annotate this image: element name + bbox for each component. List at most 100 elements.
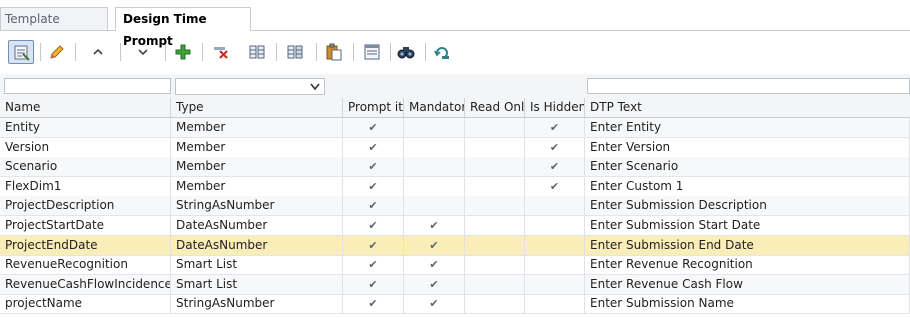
prompt-cell[interactable]: ✔ [343, 196, 404, 216]
column-header-type[interactable]: Type [171, 98, 343, 117]
prompt-cell[interactable]: ✔ [343, 118, 404, 137]
table-row[interactable]: FlexDim1 Member ✔ ✔ Enter Custom 1 [0, 176, 910, 197]
tab-design-time-prompt[interactable]: Design Time Prompt [115, 7, 251, 48]
insert-row-button[interactable] [282, 40, 308, 64]
read-only-cell[interactable] [465, 274, 525, 294]
is-hidden-cell[interactable]: ✔ [525, 157, 585, 177]
type-cell[interactable]: StringAsNumber [171, 196, 343, 216]
is-hidden-cell[interactable] [525, 196, 585, 216]
prompt-cell[interactable]: ✔ [343, 294, 404, 314]
table-row[interactable]: ProjectDescription StringAsNumber ✔ Enter S… [0, 196, 910, 217]
mandatory-cell[interactable]: ✔ [404, 216, 465, 235]
type-cell[interactable]: Smart List [171, 274, 343, 294]
mandatory-cell[interactable]: ✔ [404, 274, 465, 294]
read-only-cell[interactable] [465, 196, 525, 216]
prompt-cell[interactable]: ✔ [343, 235, 404, 255]
dtp-text-cell[interactable]: Enter Submission End Date [585, 235, 910, 255]
name-cell[interactable]: RevenueCashFlowIncidence [0, 274, 171, 294]
is-hidden-cell[interactable] [525, 235, 585, 255]
mandatory-cell[interactable] [404, 196, 465, 216]
column-header-prompt[interactable]: Prompt it? [343, 98, 404, 117]
table-row[interactable]: Entity Member ✔ ✔ Enter Entity [0, 118, 910, 138]
table-row[interactable]: Scenario Member ✔ ✔ Enter Scenario [0, 157, 910, 178]
is-hidden-cell[interactable] [525, 294, 585, 314]
is-hidden-cell[interactable]: ✔ [525, 176, 585, 196]
name-cell[interactable]: projectName [0, 294, 171, 314]
delete-button[interactable] [208, 40, 234, 64]
dtp-text-cell[interactable]: Enter Entity [585, 118, 910, 137]
prompt-cell[interactable]: ✔ [343, 157, 404, 177]
type-cell[interactable]: StringAsNumber [171, 294, 343, 314]
read-only-cell[interactable] [465, 118, 525, 137]
mandatory-cell[interactable] [404, 118, 465, 137]
mandatory-cell[interactable]: ✔ [404, 235, 465, 255]
read-only-cell[interactable] [465, 255, 525, 275]
name-cell[interactable]: Version [0, 137, 171, 157]
read-only-cell[interactable] [465, 176, 525, 196]
table-row[interactable]: ProjectEndDate DateAsNumber ✔ ✔ Enter Submis… [0, 235, 910, 256]
type-cell[interactable]: Member [171, 118, 343, 137]
name-filter-input[interactable] [4, 78, 171, 94]
type-cell[interactable]: Member [171, 157, 343, 177]
prompt-cell[interactable]: ✔ [343, 176, 404, 196]
mandatory-cell[interactable] [404, 137, 465, 157]
dtp-text-cell[interactable]: Enter Submission Start Date [585, 216, 910, 235]
insert-column-button[interactable] [244, 40, 270, 64]
type-filter-select[interactable] [175, 78, 325, 95]
column-header-name[interactable]: Name [0, 98, 171, 117]
read-only-cell[interactable] [465, 216, 525, 235]
mandatory-cell[interactable] [404, 157, 465, 177]
dtp-text-cell[interactable]: Enter Custom 1 [585, 176, 910, 196]
read-only-cell[interactable] [465, 157, 525, 177]
is-hidden-cell[interactable]: ✔ [525, 118, 585, 137]
table-row[interactable]: ProjectStartDate DateAsNumber ✔ ✔ Enter Subm… [0, 216, 910, 236]
properties-button[interactable] [8, 40, 34, 64]
prompt-cell[interactable]: ✔ [343, 255, 404, 275]
dtp-text-cell[interactable]: Enter Submission Name [585, 294, 910, 314]
dtp-text-filter-input[interactable] [587, 78, 910, 94]
mandatory-cell[interactable]: ✔ [404, 294, 465, 314]
column-header-mandatory[interactable]: Mandatory [404, 98, 465, 117]
template-button[interactable] [359, 40, 385, 64]
mandatory-cell[interactable] [404, 176, 465, 196]
add-button[interactable] [170, 40, 196, 64]
table-row[interactable]: RevenueRecognition Smart List ✔ ✔ Enter Reve… [0, 255, 910, 276]
table-row[interactable]: projectName StringAsNumber ✔ ✔ Enter Submiss… [0, 294, 910, 315]
edit-button[interactable] [44, 40, 70, 64]
prompt-cell[interactable]: ✔ [343, 274, 404, 294]
is-hidden-cell[interactable]: ✔ [525, 137, 585, 157]
name-cell[interactable]: FlexDim1 [0, 176, 171, 196]
dtp-text-cell[interactable]: Enter Revenue Cash Flow [585, 274, 910, 294]
name-cell[interactable]: ProjectStartDate [0, 216, 171, 235]
column-header-dtp-text[interactable]: DTP Text [585, 98, 910, 117]
prompt-cell[interactable]: ✔ [343, 216, 404, 235]
is-hidden-cell[interactable] [525, 216, 585, 235]
is-hidden-cell[interactable] [525, 274, 585, 294]
refresh-button[interactable] [429, 40, 455, 64]
name-cell[interactable]: Entity [0, 118, 171, 137]
name-cell[interactable]: ProjectEndDate [0, 235, 171, 255]
type-cell[interactable]: Member [171, 176, 343, 196]
paste-button[interactable] [321, 40, 347, 64]
tab-template-designer[interactable]: Template Designer [0, 7, 108, 48]
type-cell[interactable]: Member [171, 137, 343, 157]
dtp-text-cell[interactable]: Enter Revenue Recognition [585, 255, 910, 275]
mandatory-cell[interactable]: ✔ [404, 255, 465, 275]
table-row[interactable]: RevenueCashFlowIncidence Smart List ✔ ✔ Ente… [0, 274, 910, 295]
read-only-cell[interactable] [465, 294, 525, 314]
is-hidden-cell[interactable] [525, 255, 585, 275]
prompt-cell[interactable]: ✔ [343, 137, 404, 157]
dtp-text-cell[interactable]: Enter Submission Description [585, 196, 910, 216]
dtp-text-cell[interactable]: Enter Scenario [585, 157, 910, 177]
name-cell[interactable]: RevenueRecognition [0, 255, 171, 275]
column-header-is-hidden[interactable]: Is Hidden [525, 98, 585, 117]
column-header-read-only[interactable]: Read Only [465, 98, 525, 117]
read-only-cell[interactable] [465, 137, 525, 157]
read-only-cell[interactable] [465, 235, 525, 255]
type-cell[interactable]: Smart List [171, 255, 343, 275]
type-cell[interactable]: DateAsNumber [171, 216, 343, 235]
type-cell[interactable]: DateAsNumber [171, 235, 343, 255]
move-up-button[interactable] [85, 40, 111, 64]
table-row[interactable]: Version Member ✔ ✔ Enter Version [0, 137, 910, 158]
dtp-text-cell[interactable]: Enter Version [585, 137, 910, 157]
